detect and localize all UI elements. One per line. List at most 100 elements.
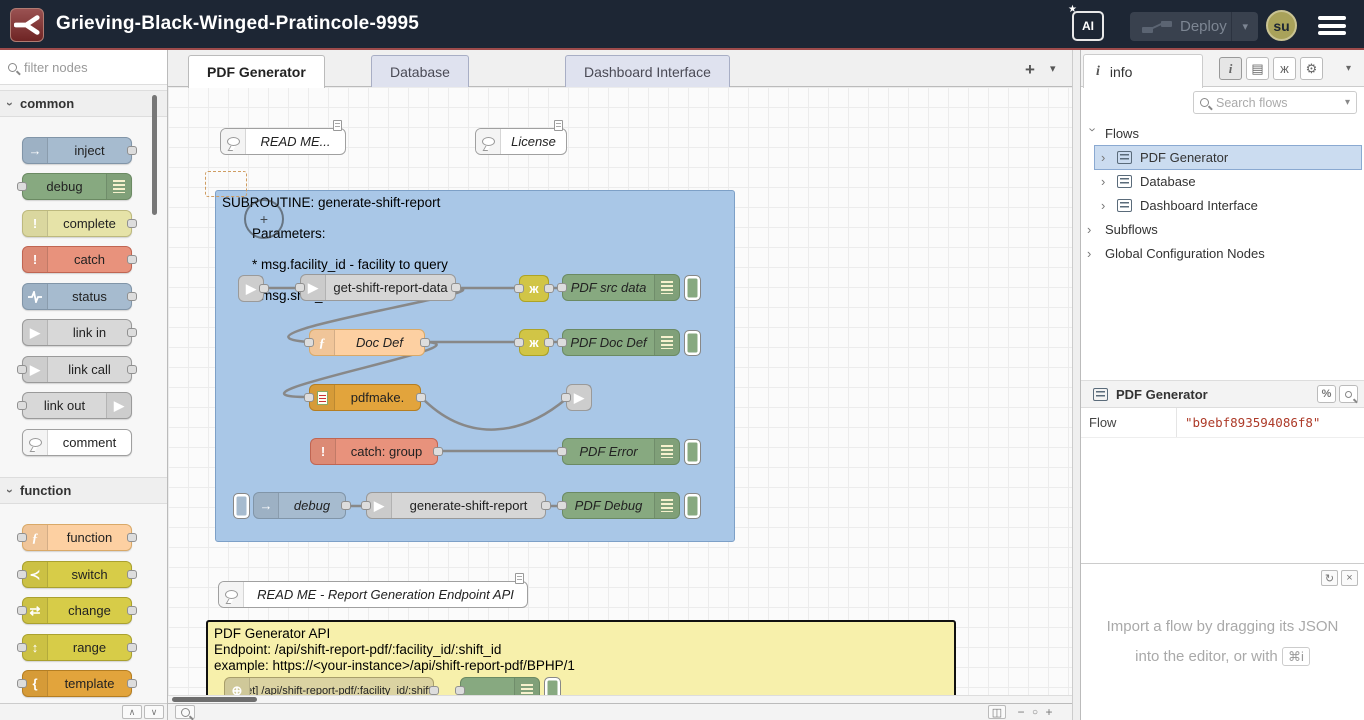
node-doc-def[interactable]: ƒ Doc Def <box>309 329 425 356</box>
tree-item-pdf-generator[interactable]: › PDF Generator <box>1095 146 1361 169</box>
palette-node-status[interactable]: status <box>22 283 132 310</box>
output-port[interactable] <box>416 393 426 402</box>
tab-database[interactable]: Database <box>371 55 469 87</box>
chevron-expanded-icon[interactable]: › <box>1086 128 1101 140</box>
find-flow-button[interactable] <box>1339 385 1358 403</box>
flow-canvas[interactable]: SUBROUTINE: generate-shift-report Parame… <box>168 87 1078 703</box>
node-catch-group[interactable]: ! catch: group <box>310 438 438 465</box>
output-port[interactable] <box>544 284 554 293</box>
comment-license[interactable]: License <box>475 128 567 155</box>
input-port[interactable] <box>17 401 27 410</box>
node-pdf-doc-def[interactable]: PDF Doc Def <box>562 329 680 356</box>
search-caret-icon[interactable]: ▾ <box>1345 97 1356 108</box>
palette-scroll-up-button[interactable]: ∧ <box>122 705 142 719</box>
palette-node-switch[interactable]: ≺ switch <box>22 561 132 588</box>
canvas-horizontal-scrollbar[interactable] <box>168 695 1078 703</box>
input-port[interactable] <box>557 338 567 347</box>
input-port[interactable] <box>455 686 465 695</box>
input-port[interactable] <box>17 570 27 579</box>
input-port[interactable] <box>17 533 27 542</box>
chevron-right-icon[interactable]: › <box>1101 198 1113 213</box>
sidebar-config-toolbutton[interactable]: ⚙ <box>1300 57 1323 80</box>
comment-readme-top[interactable]: READ ME... <box>220 128 346 155</box>
zoom-reset-button[interactable]: ○ <box>1028 705 1042 719</box>
output-port[interactable] <box>341 501 351 510</box>
debug-toggle-button[interactable] <box>684 330 701 356</box>
output-port[interactable] <box>429 686 439 695</box>
input-port[interactable] <box>17 606 27 615</box>
tree-subflows[interactable]: › Subflows <box>1081 218 1364 241</box>
input-port[interactable] <box>17 643 27 652</box>
output-port[interactable] <box>127 606 137 615</box>
input-port[interactable] <box>295 283 305 292</box>
deploy-options-caret[interactable]: ▾ <box>1231 12 1258 41</box>
output-port[interactable] <box>127 533 137 542</box>
sidebar-info-toolbutton[interactable]: i <box>1219 57 1242 80</box>
input-port[interactable] <box>304 393 314 402</box>
node-pdf-error[interactable]: PDF Error <box>562 438 680 465</box>
output-port[interactable] <box>127 146 137 155</box>
ai-assistant-button[interactable]: AI <box>1072 11 1104 41</box>
add-flow-button[interactable]: + <box>1018 58 1042 82</box>
palette-node-catch[interactable]: ! catch <box>22 246 132 273</box>
output-port[interactable] <box>127 219 137 228</box>
output-port[interactable] <box>127 255 137 264</box>
navigator-button[interactable]: ◫ <box>988 705 1006 719</box>
debug-toggle-button[interactable] <box>684 493 701 519</box>
input-port[interactable] <box>561 393 571 402</box>
input-port[interactable] <box>361 501 371 510</box>
sidebar-help-toolbutton[interactable]: ▤ <box>1246 57 1269 80</box>
input-port[interactable] <box>304 338 314 347</box>
palette-node-change[interactable]: ⇄ change <box>22 597 132 624</box>
palette-node-comment[interactable]: comment <box>22 429 132 456</box>
output-port[interactable] <box>544 338 554 347</box>
palette-scroll-down-button[interactable]: ∨ <box>144 705 164 719</box>
tab-dashboard-interface[interactable]: Dashboard Interface <box>565 55 730 87</box>
palette-scrollbar[interactable] <box>152 95 157 215</box>
sidebar-tabs-caret[interactable]: ▾ <box>1337 57 1360 80</box>
tab-pdf-generator[interactable]: PDF Generator <box>188 55 325 88</box>
output-port[interactable] <box>127 328 137 337</box>
palette-node-link-call[interactable]: ▶ link call <box>22 356 132 383</box>
tree-global-config[interactable]: › Global Configuration Nodes <box>1081 242 1364 265</box>
node-link-in[interactable]: ▶ <box>238 275 264 302</box>
node-generate-shift-report[interactable]: ▶ generate-shift-report <box>366 492 546 519</box>
palette-node-link-in[interactable]: ▶ link in <box>22 319 132 346</box>
output-port[interactable] <box>420 338 430 347</box>
palette-category-function[interactable]: › function <box>0 477 167 504</box>
close-button[interactable]: × <box>1341 570 1358 586</box>
user-avatar[interactable]: su <box>1266 10 1297 41</box>
palette-node-function[interactable]: ƒ function <box>22 524 132 551</box>
palette-node-inject[interactable]: → inject <box>22 137 132 164</box>
zoom-in-button[interactable]: + <box>1042 705 1056 719</box>
node-pdf-src-data[interactable]: PDF src data <box>562 274 680 301</box>
group-pdf-generator-api[interactable]: PDF Generator API Endpoint: /api/shift-r… <box>206 620 956 703</box>
output-port[interactable] <box>127 643 137 652</box>
input-port[interactable] <box>514 338 524 347</box>
input-port[interactable] <box>557 283 567 292</box>
tree-flows-root[interactable]: › Flows <box>1081 122 1364 145</box>
copy-link-button[interactable]: % <box>1317 385 1336 403</box>
palette-node-link-out[interactable]: link out ▶ <box>22 392 132 419</box>
node-pdfmake[interactable]: pdfmake. <box>309 384 421 411</box>
node-pdf-debug[interactable]: PDF Debug <box>562 492 680 519</box>
zoom-out-button[interactable]: − <box>1014 705 1028 719</box>
node-assert-src[interactable]: ж <box>519 275 549 302</box>
main-menu-button[interactable] <box>1318 16 1346 35</box>
inject-trigger-button[interactable] <box>233 493 250 519</box>
comment-readme-endpoint-api[interactable]: READ ME - Report Generation Endpoint API <box>218 581 528 608</box>
input-port[interactable] <box>514 284 524 293</box>
output-port[interactable] <box>127 679 137 688</box>
sidebar-tab-info[interactable]: i info <box>1083 54 1203 88</box>
input-port[interactable] <box>557 501 567 510</box>
palette-category-common[interactable]: › common <box>0 90 167 117</box>
tree-item-dashboard-interface[interactable]: › Dashboard Interface <box>1081 194 1364 217</box>
palette-node-template[interactable]: { template <box>22 670 132 697</box>
palette-filter[interactable]: filter nodes <box>0 50 167 85</box>
input-port[interactable] <box>17 679 27 688</box>
node-debug-inject[interactable]: → debug <box>253 492 346 519</box>
chevron-right-icon[interactable]: › <box>1087 222 1099 237</box>
chevron-right-icon[interactable]: › <box>1101 174 1113 189</box>
debug-toggle-button[interactable] <box>684 439 701 465</box>
output-port[interactable] <box>127 292 137 301</box>
